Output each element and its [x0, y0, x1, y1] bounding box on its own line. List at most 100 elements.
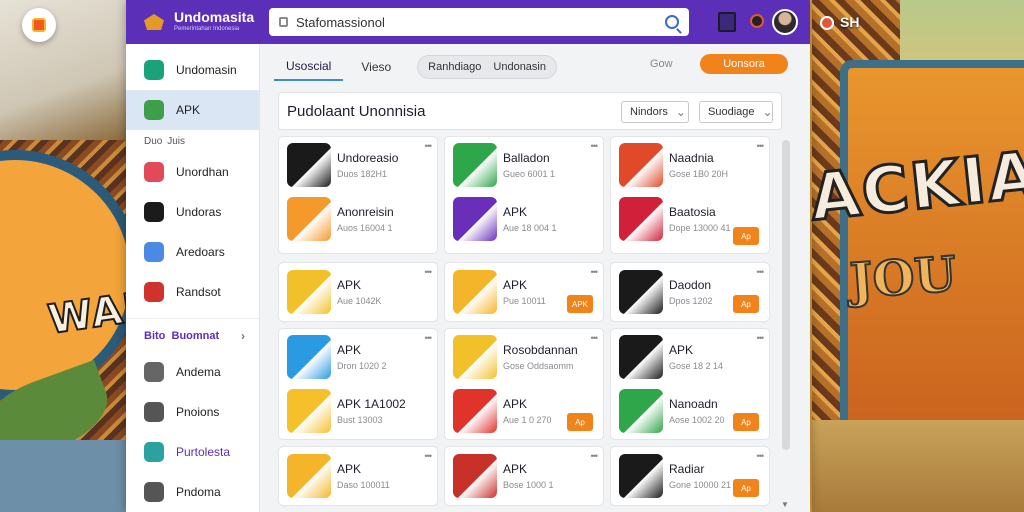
scrollbar[interactable] [782, 140, 790, 450]
more-options-icon[interactable]: ••• [591, 333, 599, 343]
record-dot-icon [820, 16, 834, 31]
avatar[interactable] [772, 9, 798, 35]
app-list-item[interactable]: Nanoadn Aose 1002 20 [619, 389, 725, 435]
app-list-item[interactable]: APK Dron 1020 2 [287, 335, 387, 381]
sidebar-item-purtolesta[interactable]: Purtolesta [126, 432, 259, 472]
app-name: Nanoadn [669, 397, 718, 411]
fire-icon [453, 454, 497, 498]
app-list-item[interactable]: APK Aue 1 0 270 [453, 389, 552, 435]
app-list-item[interactable]: APK Daso 100011 [287, 454, 390, 500]
filter-select-2[interactable]: Suodiage ⌄ [699, 101, 773, 123]
more-options-icon[interactable]: ••• [591, 451, 599, 461]
more-options-icon[interactable]: ••• [591, 141, 599, 151]
sidebar-item-undomasin[interactable]: Undomasin [126, 50, 259, 90]
camera-blue-icon [287, 335, 331, 379]
more-options-icon[interactable]: ••• [425, 267, 433, 277]
primary-action-button[interactable]: Uonsora [700, 54, 788, 74]
search-input[interactable] [296, 14, 665, 30]
document-icon[interactable] [718, 12, 736, 32]
pill-option-b[interactable]: Undonasin [493, 61, 546, 73]
tab-bar: Usoscial Vieso Ranhdiago Undonasin [274, 52, 557, 82]
app-card: ••• APK Pue 10011 APK [444, 262, 604, 322]
app-meta: Gone 10000 21 [669, 480, 732, 490]
ak-icon [619, 270, 663, 314]
app-list-item[interactable]: Balladon Gueo 6001 1 [453, 143, 555, 189]
more-options-icon[interactable]: ••• [425, 333, 433, 343]
app-list-item[interactable]: Naadnia Gose 1B0 20H [619, 143, 728, 189]
sidebar-item-randsot[interactable]: Randsot [126, 272, 259, 312]
app-text: Daodon Dpos 1202 [669, 270, 713, 316]
pill-option-a[interactable]: Ranhdiago [428, 61, 481, 73]
more-options-icon[interactable]: ••• [591, 267, 599, 277]
get-app-button[interactable]: Ap [733, 227, 759, 245]
app-name: Radiar [669, 462, 705, 476]
search-bar[interactable] [269, 8, 689, 36]
app-list-item[interactable]: APK Gose 18 2 14 [619, 335, 723, 381]
more-options-icon[interactable]: ••• [425, 451, 433, 461]
app-text: Naadnia Gose 1B0 20H [669, 143, 728, 189]
app-name: APK [337, 278, 362, 292]
app-name: APK [337, 343, 362, 357]
app-meta: Aose 1002 20 [669, 415, 725, 425]
filter-select-1[interactable]: Nindors ⌄ [621, 101, 689, 123]
tab-active[interactable]: Usoscial [274, 53, 344, 81]
triangle-icon [144, 202, 164, 222]
sidebar-item-label: Pnoions [176, 405, 220, 419]
slash-icon [619, 454, 663, 498]
app-card: ••• Radiar Gone 10000 21 Ap [610, 446, 770, 506]
app-launcher-icon [32, 18, 46, 32]
app-list-item[interactable]: APK 1A1002 Bust 13003 [287, 389, 406, 435]
sidebar-item-aredoars[interactable]: Aredoars [126, 232, 259, 272]
app-meta: Gueo 6001 1 [503, 169, 556, 179]
brand-name: Undomasita [174, 9, 255, 25]
sidebar-item-pndoma[interactable]: Pndoma [126, 472, 259, 512]
get-app-button[interactable]: Ap [733, 295, 759, 313]
app-name: Daodon [669, 278, 712, 292]
flag-icon [144, 282, 164, 302]
app-list-item[interactable]: APK Pue 10011 [453, 270, 546, 316]
app-name: Anonreisin [337, 205, 394, 219]
app-list-item[interactable]: Daodon Dpos 1202 [619, 270, 713, 316]
sidebar-item-undoras[interactable]: Undoras [126, 192, 259, 232]
more-options-icon[interactable]: ••• [757, 451, 765, 461]
app-meta: Dope 13000 41 [669, 223, 731, 233]
sidebar-top-group: Undomasin APK [126, 44, 259, 130]
app-list-item[interactable]: APK Aue 1042K [287, 270, 382, 316]
app-list-item[interactable]: Baatosia Dope 13000 41 [619, 197, 731, 243]
record-icon[interactable] [750, 14, 764, 28]
filter-pill[interactable]: Ranhdiago Undonasin [417, 55, 557, 79]
more-options-icon[interactable]: ••• [757, 267, 765, 277]
sidebar-item-andema[interactable]: Andema [126, 352, 259, 392]
select-1-value: Nindors [630, 106, 668, 118]
more-options-icon[interactable]: ••• [425, 141, 433, 151]
sidebar-item-apk[interactable]: APK [126, 90, 259, 130]
sidebar-item-pnoions[interactable]: Pnoions [126, 392, 259, 432]
background-right-bottom [812, 420, 1024, 512]
apk-purple-icon [453, 197, 497, 241]
more-options-icon[interactable]: ••• [757, 141, 765, 151]
sidebar-section-2[interactable]: Bito Buomnat › [126, 318, 259, 352]
get-app-button[interactable]: Ap [733, 413, 759, 431]
get-app-button[interactable]: APK [567, 295, 593, 313]
sidebar-item-label: Randsot [176, 285, 221, 299]
get-app-button[interactable]: Ap [567, 413, 593, 431]
app-list-item[interactable]: Radiar Gone 10000 21 [619, 454, 731, 500]
apk-icon [144, 100, 164, 120]
scroll-down-icon[interactable]: ▼ [781, 500, 789, 509]
app-list-item[interactable]: Rosobdannan Gose Oddsaomm [453, 335, 578, 381]
more-options-icon[interactable]: ••• [757, 333, 765, 343]
search-icon[interactable] [665, 15, 679, 29]
app-meta: Aue 18 004 1 [503, 223, 557, 233]
lock-icon [279, 17, 288, 27]
app-list-item[interactable]: Anonreisin Auos 16004 1 [287, 197, 394, 243]
tab-second[interactable]: Vieso [349, 53, 403, 81]
get-app-button[interactable]: Ap [733, 479, 759, 497]
section-title: Pudolaant Unonnisia [287, 103, 426, 120]
floating-app-button[interactable] [22, 8, 56, 42]
ghost-link[interactable]: Gow [650, 58, 673, 70]
sidebar-item-unordhan[interactable]: Unordhan [126, 152, 259, 192]
app-list-item[interactable]: APK Aue 18 004 1 [453, 197, 557, 243]
app-list-item[interactable]: Undoreasio Duos 182H1 [287, 143, 398, 189]
app-list-item[interactable]: APK Bose 1000 1 [453, 454, 554, 500]
sidebar: Undomasin APK Duo Juis Unordhan Undoras Are… [126, 44, 260, 512]
